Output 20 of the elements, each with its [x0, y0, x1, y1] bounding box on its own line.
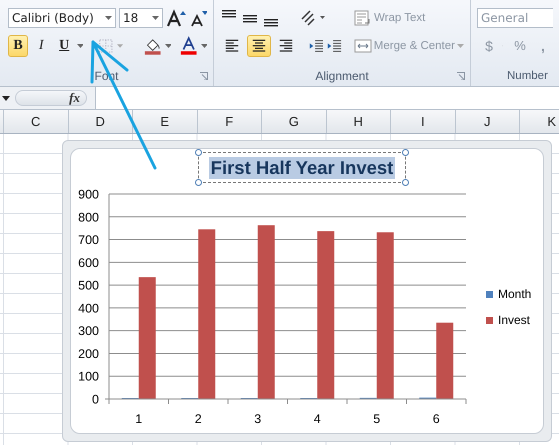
group-label: Number [507, 70, 548, 82]
y-axis-label: 500 [78, 278, 99, 293]
y-axis-label: 800 [78, 210, 99, 224]
x-axis-label: 5 [373, 412, 380, 426]
x-axis-label: 3 [254, 412, 262, 426]
y-axis-label: 300 [78, 324, 99, 338]
y-axis-label: 400 [78, 301, 99, 316]
legend-label: Invest [498, 313, 530, 327]
y-axis-label: 0 [92, 392, 99, 406]
y-axis-label: 900 [78, 188, 99, 202]
y-axis-label: 200 [78, 346, 99, 361]
legend-label: Month [498, 287, 532, 301]
y-axis-label: 700 [78, 233, 99, 248]
y-axis-label: 600 [78, 256, 99, 270]
x-axis-label: 4 [314, 412, 321, 426]
group-label: Alignment [315, 69, 369, 83]
x-axis-label: 1 [135, 412, 142, 426]
x-axis-label: 2 [194, 412, 202, 426]
y-axis-label: 100 [78, 370, 99, 384]
x-axis-label: 6 [432, 412, 440, 426]
